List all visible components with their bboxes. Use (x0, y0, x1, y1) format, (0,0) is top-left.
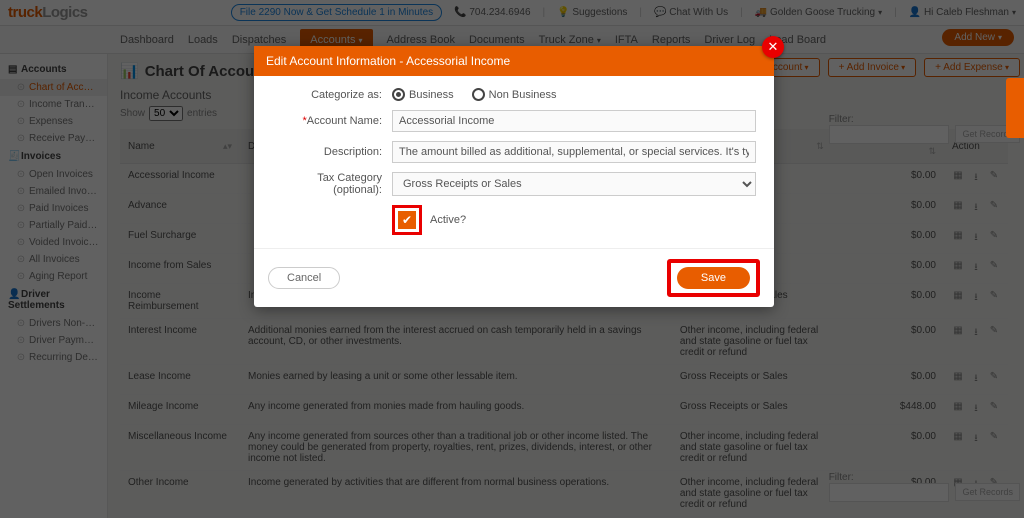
row-tax-category: Tax Category (optional): Gross Receipts … (272, 172, 756, 196)
save-button-highlight: Save (667, 259, 760, 297)
label-account-name: *Account Name: (272, 115, 392, 127)
modal-title: Edit Account Information - Accessorial I… (254, 46, 774, 76)
label-active: Active? (430, 214, 466, 226)
radio-icon (392, 88, 405, 101)
radio-business[interactable]: Business (392, 88, 454, 101)
row-active: ✔ Active? (272, 205, 756, 235)
radio-nonbusiness[interactable]: Non Business (472, 88, 557, 101)
modal-footer: Cancel Save (254, 248, 774, 307)
side-help-tab[interactable] (1006, 78, 1024, 138)
radio-icon (472, 88, 485, 101)
modal-body: Categorize as: Business Non Business *Ac… (254, 76, 774, 248)
label-description: Description: (272, 146, 392, 158)
save-button[interactable]: Save (677, 267, 750, 289)
edit-account-modal: ✕ Edit Account Information - Accessorial… (254, 46, 774, 307)
label-categorize: Categorize as: (272, 89, 392, 101)
active-checkbox[interactable]: ✔ (398, 211, 416, 229)
row-categorize: Categorize as: Business Non Business (272, 88, 756, 101)
row-account-name: *Account Name: (272, 110, 756, 132)
label-tax-category: Tax Category (optional): (272, 172, 392, 196)
description-input[interactable] (392, 141, 756, 163)
account-name-input[interactable] (392, 110, 756, 132)
row-description: Description: (272, 141, 756, 163)
active-checkbox-highlight: ✔ (392, 205, 422, 235)
tax-category-select[interactable]: Gross Receipts or Sales (392, 172, 756, 196)
cancel-button[interactable]: Cancel (268, 267, 340, 289)
close-icon[interactable]: ✕ (762, 36, 784, 58)
